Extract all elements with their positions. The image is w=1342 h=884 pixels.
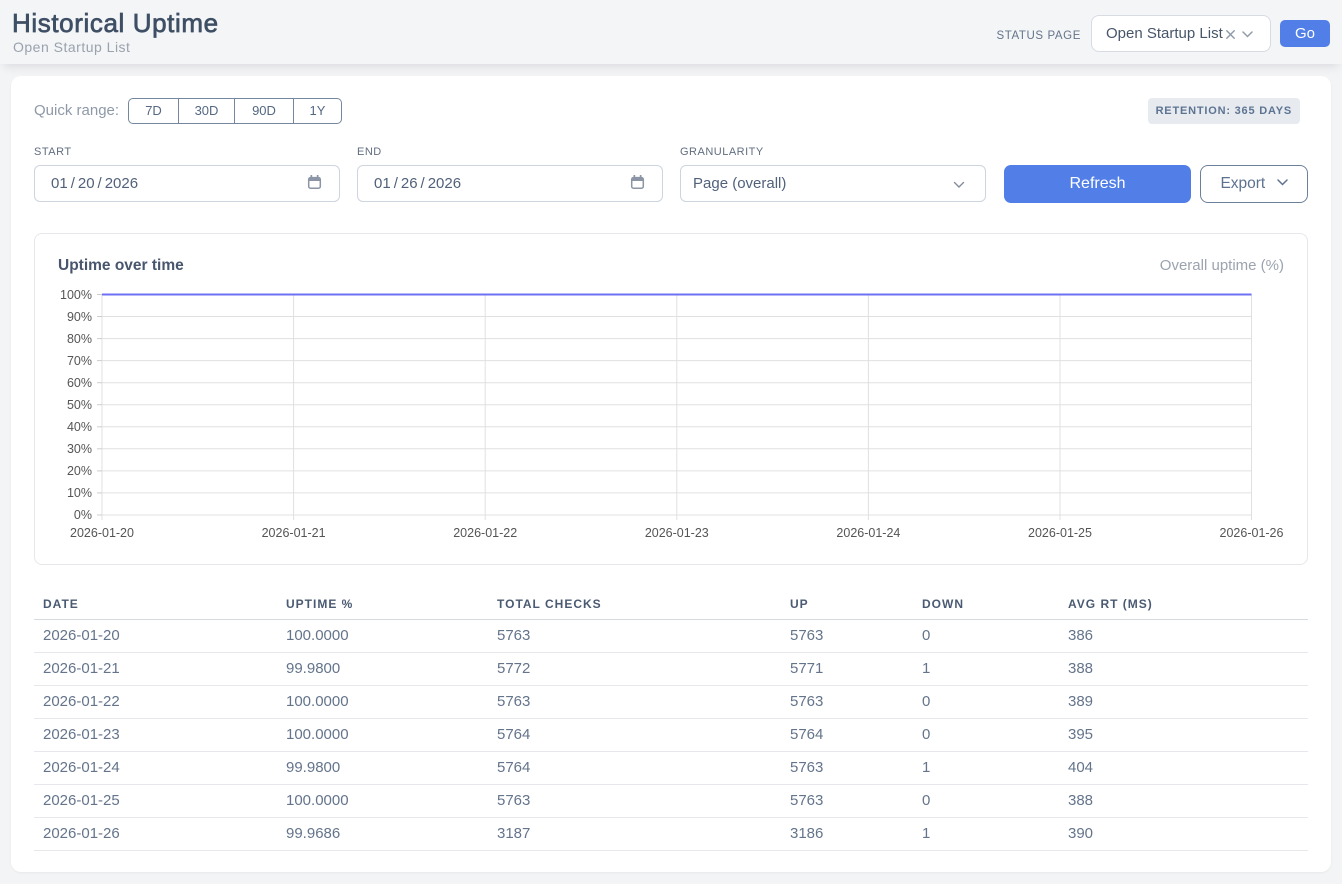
svg-text:2026-01-21: 2026-01-21 xyxy=(262,526,326,540)
svg-text:20%: 20% xyxy=(67,464,92,478)
svg-text:2026-01-23: 2026-01-23 xyxy=(645,526,709,540)
svg-text:30%: 30% xyxy=(67,442,92,456)
svg-text:10%: 10% xyxy=(67,486,92,500)
svg-text:40%: 40% xyxy=(67,420,92,434)
svg-text:50%: 50% xyxy=(67,398,92,412)
svg-text:2026-01-24: 2026-01-24 xyxy=(836,526,900,540)
svg-text:80%: 80% xyxy=(67,332,92,346)
svg-text:2026-01-20: 2026-01-20 xyxy=(70,526,134,540)
svg-text:2026-01-22: 2026-01-22 xyxy=(453,526,517,540)
svg-text:2026-01-26: 2026-01-26 xyxy=(1220,526,1284,540)
svg-text:100%: 100% xyxy=(60,288,92,302)
svg-text:90%: 90% xyxy=(67,310,92,324)
svg-text:60%: 60% xyxy=(67,376,92,390)
svg-text:70%: 70% xyxy=(67,354,92,368)
svg-text:2026-01-25: 2026-01-25 xyxy=(1028,526,1092,540)
svg-text:0%: 0% xyxy=(74,508,92,522)
